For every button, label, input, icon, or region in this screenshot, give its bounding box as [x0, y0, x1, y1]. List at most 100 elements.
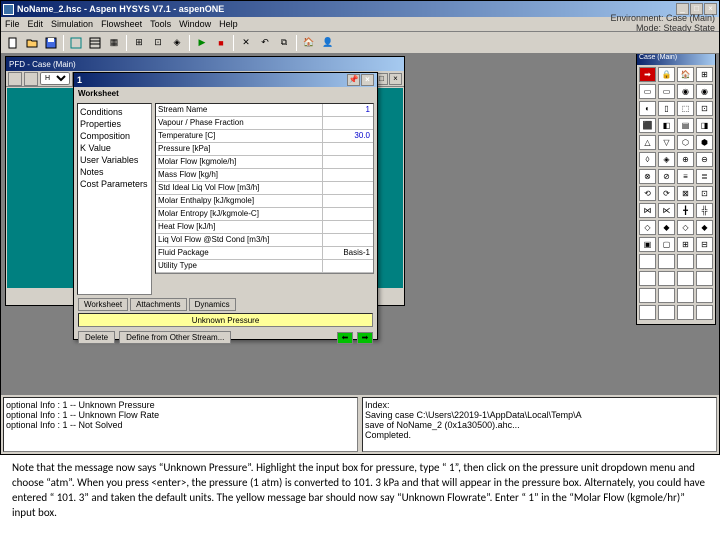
prop-value[interactable]	[323, 143, 373, 155]
palette-item[interactable]	[677, 271, 694, 286]
prop-value[interactable]	[323, 169, 373, 181]
enter-env-icon[interactable]: 🏠	[300, 34, 318, 52]
prop-value[interactable]	[323, 208, 373, 220]
palette-item[interactable]: ▣	[639, 237, 656, 252]
palette-item[interactable]: ⊟	[696, 237, 713, 252]
palette-item[interactable]: ⋈	[639, 203, 656, 218]
palette-item[interactable]: ◇	[677, 220, 694, 235]
menu-file[interactable]: File	[5, 19, 20, 29]
palette-item[interactable]: ⬚	[677, 101, 694, 116]
palette-item[interactable]	[677, 288, 694, 303]
prev-button[interactable]: ⬅	[337, 332, 353, 344]
palette-item[interactable]: ⊡	[696, 186, 713, 201]
palette-item[interactable]: ◉	[677, 84, 694, 99]
palette-item[interactable]	[658, 254, 675, 269]
stream-tree[interactable]: Conditions Properties Composition K Valu…	[77, 103, 152, 295]
tool-icon[interactable]: ✕	[237, 34, 255, 52]
tree-kvalue[interactable]: K Value	[80, 142, 149, 154]
palette-item[interactable]: ▽	[658, 135, 675, 150]
palette-item[interactable]: ◆	[658, 220, 675, 235]
pfd-close-button[interactable]: ×	[389, 73, 402, 85]
menu-window[interactable]: Window	[179, 19, 211, 29]
palette-item[interactable]: 🔒	[658, 67, 675, 82]
palette-item[interactable]: ➡	[639, 67, 656, 82]
tab-attachments[interactable]: Attachments	[130, 298, 186, 311]
palette-item[interactable]: ◇	[639, 220, 656, 235]
tool-icon[interactable]: ↶	[256, 34, 274, 52]
prop-value[interactable]	[323, 182, 373, 194]
prop-value[interactable]: Basis-1	[323, 247, 373, 259]
palette-item[interactable]: ⟳	[658, 186, 675, 201]
palette-item[interactable]: ≡	[677, 169, 694, 184]
object-palette[interactable]: Case (Main) ➡🔒🏠⊞▭▭◉◉◐▯⬚⊡⬛◧▤◨△▽⬡⬢◊◈⊕⊖⊗⊘≡≣…	[636, 54, 716, 325]
palette-item[interactable]: ⊘	[658, 169, 675, 184]
palette-item[interactable]	[639, 305, 656, 320]
menu-edit[interactable]: Edit	[28, 19, 44, 29]
palette-item[interactable]: ⊠	[677, 186, 694, 201]
menu-tools[interactable]: Tools	[150, 19, 171, 29]
tool-icon[interactable]: ⊞	[130, 34, 148, 52]
palette-item[interactable]	[639, 288, 656, 303]
palette-item[interactable]: ◆	[696, 220, 713, 235]
palette-item[interactable]: ╋	[677, 203, 694, 218]
palette-item[interactable]: ⊗	[639, 169, 656, 184]
pfd-tool-icon[interactable]	[24, 72, 38, 86]
tree-notes[interactable]: Notes	[80, 166, 149, 178]
dlg-pin-button[interactable]: 📌	[347, 74, 360, 86]
palette-item[interactable]: ╬	[696, 203, 713, 218]
palette-item[interactable]: ⊖	[696, 152, 713, 167]
tool-icon[interactable]: ⊡	[149, 34, 167, 52]
palette-item[interactable]	[677, 305, 694, 320]
palette-item[interactable]: ◐	[639, 101, 656, 116]
palette-item[interactable]: ◧	[658, 118, 675, 133]
palette-item[interactable]: △	[639, 135, 656, 150]
delete-button[interactable]: Delete	[78, 331, 115, 344]
prop-value[interactable]	[323, 221, 373, 233]
pfd-h-select[interactable]: H	[40, 72, 70, 85]
tree-cost[interactable]: Cost Parameters	[80, 178, 149, 190]
trace-panel[interactable]: optional Info : 1 -- Unknown Pressure op…	[3, 397, 358, 452]
palette-item[interactable]: ⊞	[677, 237, 694, 252]
palette-item[interactable]: ≣	[696, 169, 713, 184]
tree-conditions[interactable]: Conditions	[80, 106, 149, 118]
palette-item[interactable]: 🏠	[677, 67, 694, 82]
prop-value[interactable]	[323, 260, 373, 272]
prop-value[interactable]	[323, 117, 373, 129]
open-icon[interactable]	[23, 34, 41, 52]
palette-item[interactable]	[696, 254, 713, 269]
save-icon[interactable]	[42, 34, 60, 52]
tree-properties[interactable]: Properties	[80, 118, 149, 130]
prop-value[interactable]	[323, 234, 373, 246]
palette-item[interactable]: ◉	[696, 84, 713, 99]
palette-item[interactable]	[677, 254, 694, 269]
palette-item[interactable]	[639, 254, 656, 269]
navigator-icon[interactable]: ▦	[105, 34, 123, 52]
palette-item[interactable]	[639, 271, 656, 286]
prop-value[interactable]	[323, 156, 373, 168]
prop-value[interactable]: 30.0	[323, 130, 373, 142]
menu-help[interactable]: Help	[219, 19, 238, 29]
palette-item[interactable]: ◨	[696, 118, 713, 133]
palette-item[interactable]: ▭	[639, 84, 656, 99]
stop-icon[interactable]: ■	[212, 34, 230, 52]
workbook-icon[interactable]	[86, 34, 104, 52]
next-button[interactable]: ➡	[357, 332, 373, 344]
palette-item[interactable]: ⊡	[696, 101, 713, 116]
palette-item[interactable]	[696, 271, 713, 286]
stream-dialog[interactable]: 1 📌× Worksheet Conditions Properties Com…	[73, 72, 378, 340]
tree-composition[interactable]: Composition	[80, 130, 149, 142]
palette-item[interactable]: ⊕	[677, 152, 694, 167]
palette-item[interactable]	[658, 271, 675, 286]
palette-item[interactable]: ▯	[658, 101, 675, 116]
palette-item[interactable]: ⬛	[639, 118, 656, 133]
palette-item[interactable]	[658, 305, 675, 320]
palette-item[interactable]: ◈	[658, 152, 675, 167]
palette-item[interactable]	[658, 288, 675, 303]
palette-item[interactable]	[696, 288, 713, 303]
prop-value[interactable]	[323, 195, 373, 207]
palette-item[interactable]: ▭	[658, 84, 675, 99]
tool-icon[interactable]: ◈	[168, 34, 186, 52]
define-from-button[interactable]: Define from Other Stream...	[119, 331, 231, 344]
new-icon[interactable]	[4, 34, 22, 52]
user-icon[interactable]: 👤	[319, 34, 337, 52]
